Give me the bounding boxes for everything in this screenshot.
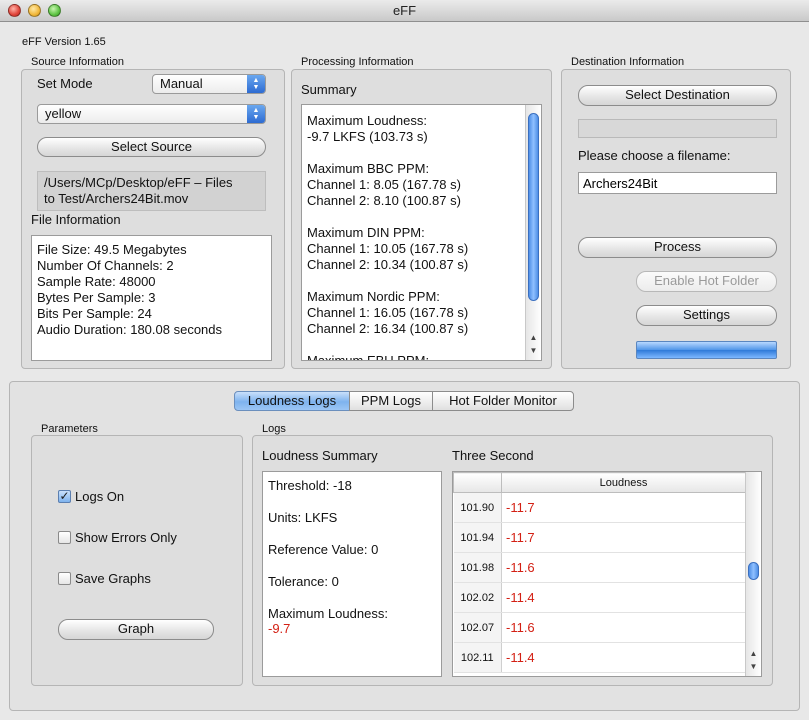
- logs-on-checkbox[interactable]: ✓: [58, 490, 71, 503]
- table-row[interactable]: 101.94 -11.7: [453, 522, 746, 553]
- loudness-cell: -11.6: [501, 552, 746, 583]
- show-errors-only-checkbox[interactable]: [58, 531, 71, 544]
- log-table-scroll-thumb[interactable]: [748, 562, 759, 580]
- summary-reference-value: Reference Value: 0: [268, 542, 379, 557]
- summary-scroll-thumb[interactable]: [528, 113, 539, 301]
- loudness-summary-label: Loudness Summary: [262, 448, 378, 463]
- time-cell: 101.98: [453, 552, 502, 583]
- time-column-header[interactable]: [453, 472, 502, 493]
- time-cell: 102.02: [453, 582, 502, 613]
- save-graphs-checkbox-row[interactable]: Save Graphs: [58, 571, 151, 586]
- graph-button[interactable]: Graph: [58, 619, 214, 640]
- parameters-group-label: Parameters: [41, 423, 98, 435]
- processing-group-label: Processing Information: [301, 56, 414, 68]
- select-destination-button[interactable]: Select Destination: [578, 85, 777, 106]
- loudness-cell: -11.4: [501, 642, 746, 673]
- enable-hot-folder-button[interactable]: Enable Hot Folder: [636, 271, 777, 292]
- logs-on-label: Logs On: [75, 489, 125, 504]
- file-information-box: File Size: 49.5 Megabytes Number Of Chan…: [31, 235, 272, 361]
- show-errors-only-checkbox-row[interactable]: Show Errors Only: [58, 530, 177, 545]
- time-cell: 102.07: [453, 612, 502, 643]
- scroll-up-arrow-icon[interactable]: ▲: [526, 333, 541, 342]
- log-table-scrollbar[interactable]: ▲ ▼: [745, 472, 761, 676]
- tab-ppm-logs[interactable]: PPM Logs: [349, 391, 433, 411]
- loudness-cell: -11.7: [501, 522, 746, 553]
- summary-units: Units: LKFS: [268, 510, 338, 525]
- table-row[interactable]: 102.11 -11.4: [453, 642, 746, 673]
- logs-on-checkbox-row[interactable]: ✓ Logs On: [58, 489, 124, 504]
- scroll-up-arrow-icon[interactable]: ▲: [746, 649, 761, 658]
- filename-prompt: Please choose a filename:: [578, 148, 731, 163]
- version-label: eFF Version 1.65: [22, 36, 106, 48]
- select-source-button[interactable]: Select Source: [37, 137, 266, 157]
- title-bar: eFF: [0, 0, 809, 22]
- filename-input[interactable]: [578, 172, 777, 194]
- table-row[interactable]: 102.07 -11.6: [453, 612, 746, 643]
- time-cell: 101.90: [453, 492, 502, 523]
- file-information-label: File Information: [31, 212, 121, 227]
- summary-max-loudness-value: -9.7: [268, 621, 291, 636]
- mode-popup[interactable]: Manual ▲ ▼: [152, 74, 266, 94]
- preset-popup[interactable]: yellow ▲ ▼: [37, 104, 266, 124]
- progress-bar: [636, 341, 777, 359]
- table-row[interactable]: 101.90 -11.7: [453, 492, 746, 523]
- loudness-cell: -11.4: [501, 582, 746, 613]
- show-errors-only-label: Show Errors Only: [75, 530, 177, 545]
- table-row[interactable]: 102.02 -11.4: [453, 582, 746, 613]
- three-second-log-table[interactable]: Loudness 101.90 -11.7 101.94 -11.7 101.98-…: [452, 471, 762, 677]
- summary-label: Summary: [301, 82, 357, 97]
- logs-group-label: Logs: [262, 423, 286, 435]
- mode-popup-value: Manual: [160, 76, 203, 91]
- parameters-group: [31, 435, 243, 686]
- scroll-down-arrow-icon[interactable]: ▼: [526, 346, 541, 355]
- three-second-label: Three Second: [452, 448, 534, 463]
- popup-arrows-icon: ▲ ▼: [247, 105, 265, 123]
- time-cell: 101.94: [453, 522, 502, 553]
- summary-text: Maximum Loudness: -9.7 LKFS (103.73 s) M…: [307, 113, 469, 361]
- table-row[interactable]: 101.98 -11.6: [453, 552, 746, 583]
- tab-hot-folder-monitor[interactable]: Hot Folder Monitor: [432, 391, 574, 411]
- process-button[interactable]: Process: [578, 237, 777, 258]
- time-cell: 102.11: [453, 642, 502, 673]
- source-path: /Users/MCp/Desktop/eFF – Files to Test/A…: [37, 171, 266, 211]
- source-group-label: Source Information: [31, 56, 124, 68]
- preset-popup-value: yellow: [45, 106, 82, 121]
- summary-tolerance: Tolerance: 0: [268, 574, 339, 589]
- settings-button[interactable]: Settings: [636, 305, 777, 326]
- tab-loudness-logs[interactable]: Loudness Logs: [234, 391, 350, 411]
- set-mode-label: Set Mode: [37, 76, 93, 91]
- loudness-summary-box: Threshold: -18 Units: LKFS Reference Val…: [262, 471, 442, 677]
- summary-scrollbar[interactable]: ▲ ▼: [525, 105, 541, 360]
- save-graphs-checkbox[interactable]: [58, 572, 71, 585]
- log-table: Loudness 101.90 -11.7 101.94 -11.7 101.98-…: [453, 472, 746, 673]
- loudness-column-header[interactable]: Loudness: [501, 472, 746, 493]
- popup-arrows-icon: ▲ ▼: [247, 75, 265, 93]
- summary-threshold: Threshold: -18: [268, 478, 352, 493]
- save-graphs-label: Save Graphs: [75, 571, 151, 586]
- window-title: eFF: [392, 3, 417, 18]
- destination-path: [578, 119, 777, 138]
- scroll-down-arrow-icon[interactable]: ▼: [746, 662, 761, 671]
- summary-max-loudness-label: Maximum Loudness:: [268, 606, 388, 621]
- summary-text-view[interactable]: Maximum Loudness: -9.7 LKFS (103.73 s) M…: [301, 104, 542, 361]
- loudness-cell: -11.7: [501, 492, 746, 523]
- destination-group-label: Destination Information: [571, 56, 685, 68]
- loudness-cell: -11.6: [501, 612, 746, 643]
